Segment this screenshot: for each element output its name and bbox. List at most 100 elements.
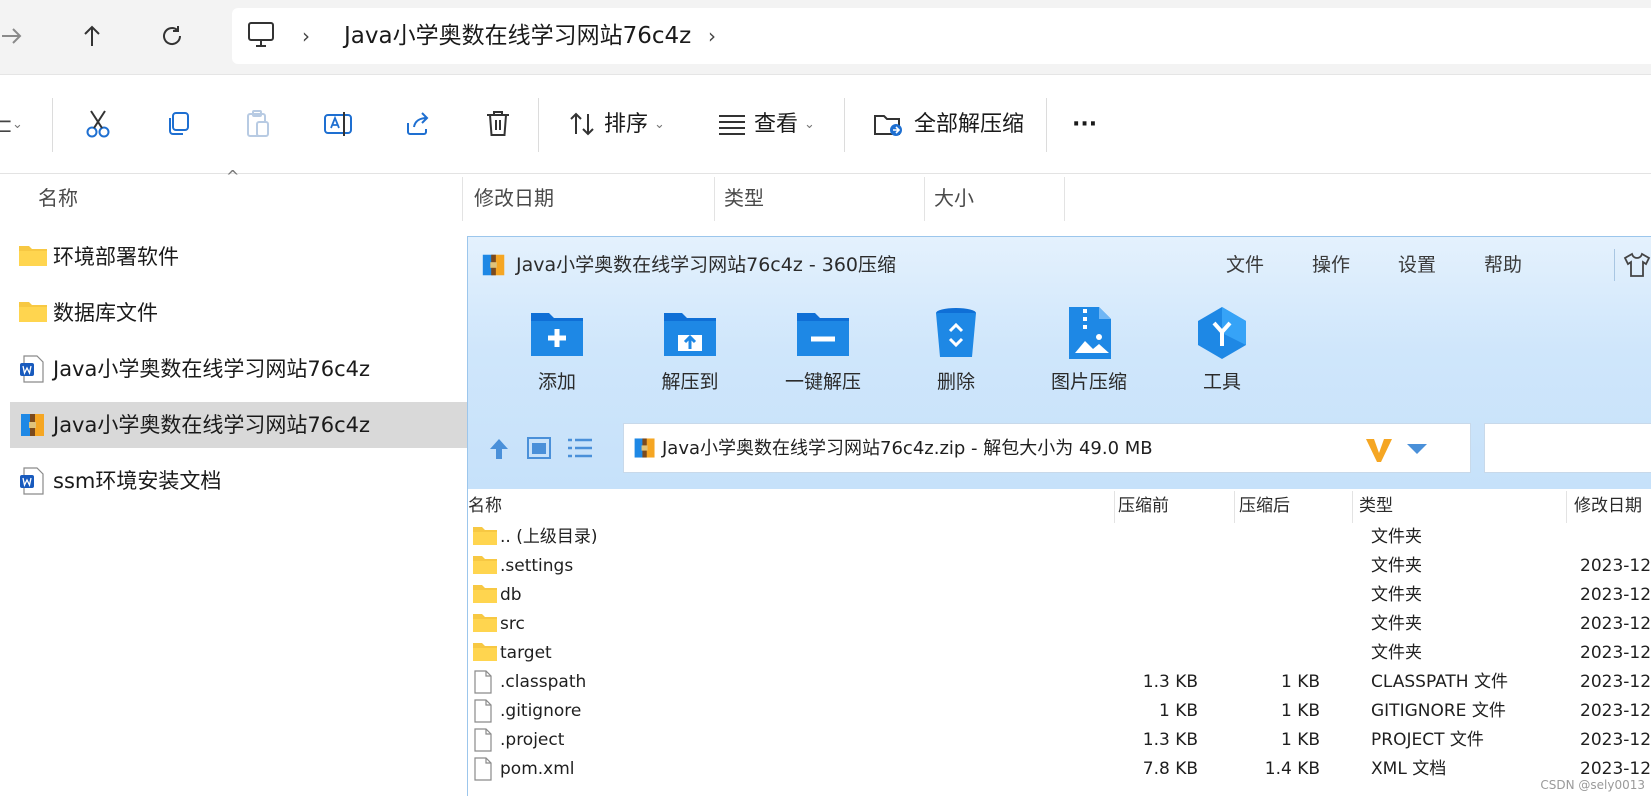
up-button[interactable] — [70, 14, 114, 58]
more-options-button[interactable]: ··· — [1072, 76, 1097, 174]
sort-button[interactable]: 排序 ⌄ — [560, 76, 700, 174]
table-row[interactable]: .. (上级目录) 文件夹 — [468, 523, 1651, 552]
list-item[interactable]: Java小学奥数在线学习网站76c4z — [10, 402, 470, 448]
tool-add-button[interactable]: 添加 — [496, 305, 616, 415]
archive-path-field[interactable]: Java小学奥数在线学习网站76c4z.zip - 解包大小为 49.0 MB — [623, 423, 1471, 473]
column-divider[interactable] — [924, 177, 925, 221]
v-logo-icon[interactable] — [1364, 436, 1394, 464]
table-row[interactable]: .settings 文件夹 2023-12 — [468, 552, 1651, 581]
tool-label: 添加 — [537, 371, 576, 393]
column-divider[interactable] — [462, 177, 463, 221]
paste-button[interactable] — [236, 102, 280, 146]
column-modified[interactable]: 修改日期 — [474, 175, 554, 221]
forward-button[interactable] — [0, 14, 34, 58]
zip-window-title: Java小学奥数在线学习网站76c4z - 360压缩 — [516, 254, 897, 276]
thumbnail-view-button[interactable] — [526, 436, 552, 460]
zip-file-date: 2023-12 — [1580, 672, 1651, 692]
share-button[interactable] — [396, 102, 440, 146]
zip-column-after[interactable]: 压缩后 — [1239, 489, 1290, 523]
zip-size-after: 1.4 KB — [1264, 759, 1320, 779]
one-click-extract-icon — [795, 305, 851, 361]
rename-button[interactable] — [316, 102, 360, 146]
tool-image-compress-button[interactable]: 图片压缩 — [1028, 305, 1148, 415]
zip-file-type: 文件夹 — [1371, 614, 1422, 634]
zip-file-type: 文件夹 — [1371, 556, 1422, 576]
zip-size-after: 1 KB — [1280, 672, 1320, 692]
archive-search-input[interactable] — [1484, 423, 1651, 473]
arrow-up-icon — [490, 439, 508, 459]
zip-file-name: .classpath — [500, 672, 587, 692]
cut-button[interactable] — [76, 102, 120, 146]
column-divider[interactable] — [1064, 177, 1065, 221]
table-row[interactable]: .gitignore 1 KB 1 KB GITIGNORE 文件 2023-1… — [468, 697, 1651, 726]
list-view-button[interactable] — [566, 436, 594, 460]
word-doc-icon — [18, 466, 48, 496]
command-bar: ⊏ ⌄ 排序 ⌄ 查看 ⌄ 全部解压缩 ··· — [0, 76, 1651, 174]
zip-column-date[interactable]: 修改日期 — [1574, 489, 1642, 523]
zip-column-type[interactable]: 类型 — [1359, 489, 1393, 523]
up-level-button[interactable] — [486, 435, 512, 461]
breadcrumb-item[interactable]: Java小学奥数在线学习网站76c4z — [344, 8, 691, 64]
column-size[interactable]: 大小 — [934, 175, 974, 221]
list-item[interactable]: 数据库文件 — [10, 290, 470, 336]
tool-tools-button[interactable]: 工具 — [1161, 305, 1281, 415]
zip-file-type: GITIGNORE 文件 — [1371, 701, 1506, 721]
table-row[interactable]: pom.xml 7.8 KB 1.4 KB XML 文档 2023-12 — [468, 755, 1651, 784]
menu-help[interactable]: 帮助 — [1484, 237, 1522, 293]
table-row[interactable]: src 文件夹 2023-12 — [468, 610, 1651, 639]
zip-file-name: .gitignore — [500, 701, 582, 721]
folder-icon — [472, 612, 498, 636]
tool-label: 解压到 — [661, 371, 719, 393]
list-item[interactable]: ssm环境安装文档 — [10, 458, 470, 504]
extract-all-button[interactable]: 全部解压缩 — [866, 76, 1036, 174]
zip-archive-icon — [18, 410, 48, 440]
column-divider[interactable] — [1566, 491, 1567, 523]
extract-all-label: 全部解压缩 — [914, 112, 1025, 137]
sort-label: 排序 — [604, 112, 649, 137]
zip-size-before: 1.3 KB — [1142, 730, 1198, 750]
list-item[interactable]: Java小学奥数在线学习网站76c4z — [10, 346, 470, 392]
file-icon — [472, 728, 498, 752]
refresh-button[interactable] — [150, 14, 194, 58]
divider — [1614, 249, 1615, 281]
copy-button[interactable] — [156, 102, 200, 146]
column-divider[interactable] — [1234, 491, 1235, 523]
list-item[interactable]: 环境部署软件 — [10, 234, 470, 280]
tool-one-click-extract-button[interactable]: 一键解压 — [762, 305, 882, 415]
table-row[interactable]: .project 1.3 KB 1 KB PROJECT 文件 2023-12 — [468, 726, 1651, 755]
menu-settings[interactable]: 设置 — [1398, 237, 1436, 293]
delete-button[interactable] — [476, 102, 520, 146]
zip-column-before[interactable]: 压缩前 — [1118, 489, 1169, 523]
list-view-icon — [568, 438, 592, 458]
menu-operation[interactable]: 操作 — [1312, 237, 1350, 293]
zip-file-type: PROJECT 文件 — [1371, 730, 1484, 750]
file-name: Java小学奥数在线学习网站76c4z — [53, 413, 371, 437]
address-row: › Java小学奥数在线学习网站76c4z › — [0, 0, 1651, 75]
file-name: ssm环境安装文档 — [53, 469, 222, 493]
column-divider[interactable] — [714, 177, 715, 221]
table-row[interactable]: db 文件夹 2023-12 — [468, 581, 1651, 610]
copy-icon — [169, 112, 189, 135]
tool-extract-to-button[interactable]: 解压到 — [629, 305, 749, 415]
address-bar[interactable]: › Java小学奥数在线学习网站76c4z › — [232, 8, 1651, 64]
column-type[interactable]: 类型 — [724, 175, 764, 221]
folder-icon — [472, 583, 498, 607]
folder-icon — [18, 298, 48, 328]
refresh-icon — [163, 26, 182, 45]
column-divider[interactable] — [1114, 491, 1115, 523]
menu-file[interactable]: 文件 — [1226, 237, 1264, 293]
new-menu-partial[interactable]: ⊏ — [0, 76, 13, 174]
chevron-right-icon[interactable]: › — [708, 8, 716, 64]
table-row[interactable]: .classpath 1.3 KB 1 KB CLASSPATH 文件 2023… — [468, 668, 1651, 697]
zip-column-name[interactable]: 名称 — [468, 489, 502, 523]
dropdown-arrow-icon[interactable] — [1406, 442, 1428, 456]
watermark: CSDN @sely0013 — [1540, 778, 1645, 792]
column-name[interactable]: 名称 — [38, 175, 78, 221]
skin-shirt-icon[interactable] — [1622, 251, 1651, 279]
table-row[interactable]: target 文件夹 2023-12 — [468, 639, 1651, 668]
view-button[interactable]: 查看 ⌄ — [710, 76, 830, 174]
column-divider[interactable] — [1352, 491, 1353, 523]
zip-archive-icon — [632, 434, 658, 462]
tool-delete-button[interactable]: 删除 — [895, 305, 1015, 415]
file-name: 数据库文件 — [53, 301, 158, 325]
